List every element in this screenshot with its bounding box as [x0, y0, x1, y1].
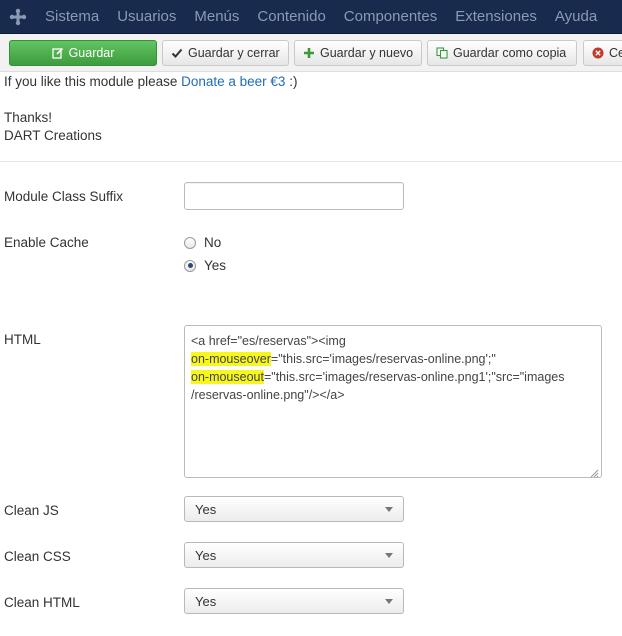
nav-extensiones[interactable]: Extensiones — [446, 0, 546, 34]
clean-css-label: Clean CSS — [4, 549, 71, 564]
edit-icon — [51, 47, 64, 59]
html-line-3: on-mouseout="this.src='images/reservas-o… — [191, 368, 595, 386]
clean-js-label: Clean JS — [4, 503, 59, 518]
clean-css-value: Yes — [195, 547, 217, 563]
module-class-suffix-input[interactable] — [184, 182, 404, 210]
radio-no[interactable] — [184, 236, 196, 249]
nav-contenido[interactable]: Contenido — [248, 0, 334, 34]
plus-icon — [303, 47, 315, 59]
save-close-button[interactable]: Guardar y cerrar — [162, 40, 289, 66]
donate-suffix: :) — [285, 74, 298, 89]
module-class-suffix-label: Module Class Suffix — [4, 189, 124, 204]
html-label: HTML — [4, 332, 41, 347]
chevron-down-icon — [385, 507, 393, 512]
clean-html-select[interactable]: Yes — [184, 588, 404, 614]
joomla-logo-icon[interactable] — [0, 0, 36, 34]
close-circle-icon — [592, 47, 604, 59]
clean-css-select[interactable]: Yes — [184, 542, 404, 568]
radio-yes-label: Yes — [204, 258, 227, 273]
signature-text: DART Creations — [4, 128, 102, 143]
nav-usuarios[interactable]: Usuarios — [108, 0, 185, 34]
radio-yes[interactable] — [184, 259, 196, 272]
save-button[interactable]: Guardar — [9, 40, 157, 66]
highlight-mouseout: on-mouseout — [191, 370, 264, 384]
clean-js-value: Yes — [195, 501, 217, 517]
clean-js-select[interactable]: Yes — [184, 496, 404, 522]
close-button[interactable]: Ce — [583, 40, 622, 66]
donate-line: If you like this module please Donate a … — [4, 74, 297, 89]
html-line-2: on-mouseover="this.src='images/reservas-… — [191, 350, 595, 368]
section-divider — [0, 161, 622, 162]
nav-menus[interactable]: Menús — [185, 0, 248, 34]
clean-html-label: Clean HTML — [4, 595, 80, 610]
save-new-button[interactable]: Guardar y nuevo — [294, 40, 422, 66]
action-toolbar: Guardar Guardar y cerrar Guardar y nuevo… — [0, 34, 622, 72]
resize-handle-icon[interactable] — [589, 465, 599, 478]
save-copy-button[interactable]: Guardar como copia — [427, 40, 577, 66]
html-line-2-rest: ="this.src='images/reservas-online.png';… — [270, 352, 496, 366]
html-line-4: /reservas-online.png"/></a> — [191, 388, 345, 402]
save-copy-label: Guardar como copia — [453, 46, 567, 60]
highlight-mouseover: on-mouseover — [191, 352, 271, 366]
html-textarea[interactable]: <a href="es/reservas"><img on-mouseover=… — [184, 325, 602, 478]
radio-no-label: No — [204, 235, 222, 250]
nav-sistema[interactable]: Sistema — [36, 0, 108, 34]
chevron-down-icon — [385, 599, 393, 604]
check-icon — [171, 47, 183, 59]
enable-cache-option-yes[interactable]: Yes — [184, 258, 226, 273]
html-line-3-rest: ="this.src='images/reservas-online.png1'… — [263, 370, 565, 384]
thanks-text: Thanks! — [4, 110, 53, 125]
donate-link[interactable]: Donate a beer €3 — [181, 74, 285, 89]
save-close-label: Guardar y cerrar — [188, 46, 280, 60]
enable-cache-label: Enable Cache — [4, 235, 89, 250]
enable-cache-option-no[interactable]: No — [184, 235, 221, 250]
admin-navbar: Sistema Usuarios Menús Contenido Compone… — [0, 0, 622, 34]
chevron-down-icon — [385, 553, 393, 558]
save-new-label: Guardar y nuevo — [320, 46, 414, 60]
html-line-1: <a href="es/reservas"><img — [191, 334, 346, 348]
nav-ayuda[interactable]: Ayuda — [546, 0, 606, 34]
copy-icon — [436, 47, 448, 59]
nav-componentes[interactable]: Componentes — [335, 0, 446, 34]
close-label: Ce — [609, 46, 622, 60]
save-label: Guardar — [68, 46, 115, 60]
donate-text: If you like this module please — [4, 74, 182, 89]
clean-html-value: Yes — [195, 593, 217, 609]
